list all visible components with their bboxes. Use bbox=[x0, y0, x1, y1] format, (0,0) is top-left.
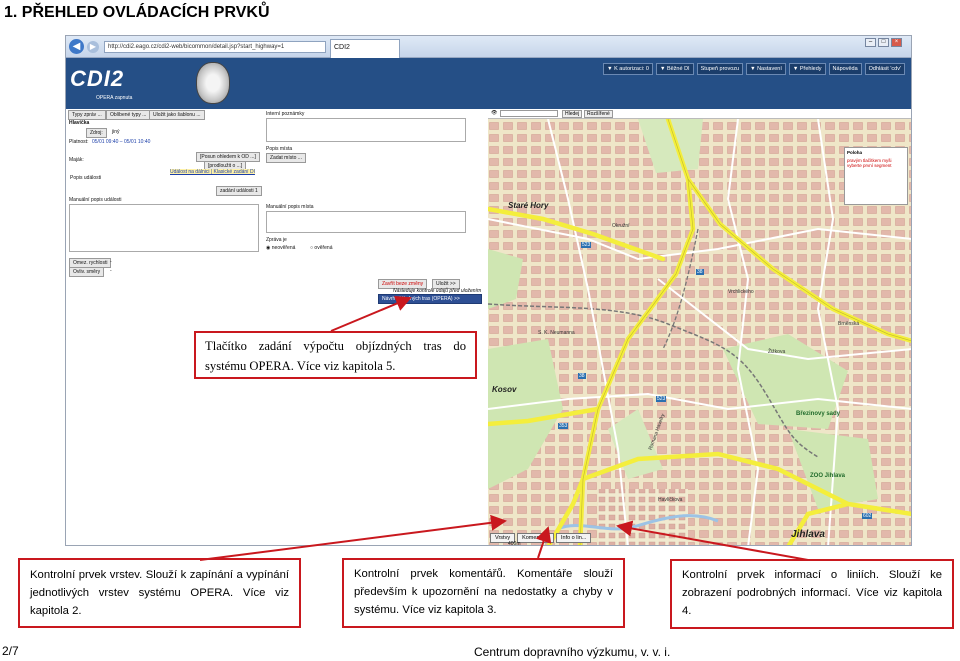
message-status-label: Zpráva je bbox=[266, 237, 287, 243]
street-label: S. K. Neumanna bbox=[538, 330, 575, 336]
line-info-callout: Kontrolní prvek informací o liniích. Slo… bbox=[670, 559, 954, 629]
menu-authorize[interactable]: ▼ K autorizaci: 0 bbox=[603, 63, 653, 75]
road-number-badge: 353 bbox=[558, 423, 569, 429]
map-toolbar: 👁 Hledej Rozšířené bbox=[488, 109, 911, 119]
binoculars-icon[interactable]: 👁 bbox=[491, 110, 497, 116]
event-description-label: Popis události bbox=[70, 175, 102, 181]
town-label: Jihlava bbox=[791, 529, 825, 540]
close-icon[interactable]: × bbox=[891, 38, 902, 47]
menu-overviews[interactable]: ▼ Přehledy bbox=[788, 63, 826, 75]
application-screenshot: ◀ ▶ http://cdi2.eago.cz/cdi2-web/bicommo… bbox=[65, 35, 912, 546]
event-entry-button[interactable]: zadání události 1 bbox=[216, 186, 262, 196]
affected-directions-button[interactable]: Ovliv. směry bbox=[69, 267, 105, 277]
opera-button-callout-text: Tlačítko zadání výpočtu objízdných tras … bbox=[205, 339, 466, 373]
internal-notes-label: Interní poznámky bbox=[266, 111, 305, 117]
minimize-icon[interactable]: – bbox=[865, 38, 876, 47]
app-header: CDI2 OPERA zapnuta ▼ K autorizaci: 0 ▼ B… bbox=[66, 58, 911, 109]
internal-notes-field[interactable] bbox=[266, 118, 466, 142]
source-button[interactable]: Zdroj: bbox=[86, 128, 107, 138]
app-menu: ▼ K autorizaci: 0 ▼ Běžné DI Stupeň prov… bbox=[603, 63, 905, 75]
map-control-tabs: Vrstvy Komentáře Info o lin... bbox=[490, 533, 592, 543]
source-value: jiný bbox=[112, 129, 120, 135]
street-label: Okružní bbox=[612, 223, 630, 229]
map-info-box: Poloha pravým tlačítkem myši vyberte prv… bbox=[844, 147, 908, 205]
validity-value: 05/01 09:40 – 05/01 10:40 bbox=[92, 139, 151, 145]
message-types-button[interactable]: Typy zpráv ... bbox=[68, 110, 106, 120]
town-label: Kosov bbox=[492, 385, 517, 394]
app-logo: CDI2 bbox=[70, 66, 125, 91]
poi-label: Březinovy sady bbox=[796, 411, 841, 417]
unverified-label: neověřená bbox=[271, 245, 296, 251]
speed-limit-value: - bbox=[110, 259, 112, 265]
enter-place-button[interactable]: Zadat místo ... bbox=[266, 153, 306, 163]
road-number-badge: 523 bbox=[581, 242, 592, 248]
menu-current-di[interactable]: ▼ Běžné DI bbox=[655, 63, 694, 75]
line-info-callout-text: Kontrolní prvek informací o liniích. Slo… bbox=[682, 569, 942, 617]
page-number: 2/7 bbox=[2, 644, 19, 658]
event-form: Typy zpráv ... Oblíbené typy ... Uložit … bbox=[66, 109, 488, 307]
opera-status: OPERA zapnuta bbox=[96, 95, 133, 101]
beacon-label: Maják: bbox=[69, 157, 84, 163]
browser-toolbar: ◀ ▶ http://cdi2.eago.cz/cdi2-web/bicommo… bbox=[66, 36, 911, 58]
line-info-tab[interactable]: Info o lin... bbox=[555, 533, 592, 543]
info-box-title: Poloha bbox=[847, 150, 863, 155]
layers-callout: Kontrolní prvek vrstev. Slouží k zapínán… bbox=[18, 558, 301, 628]
address-bar[interactable]: http://cdi2.eago.cz/cdi2-web/bicommon/de… bbox=[104, 41, 326, 53]
manual-event-description-label: Manuální popis události bbox=[69, 197, 122, 203]
town-label: Staré Hory bbox=[508, 201, 549, 210]
menu-traffic-level[interactable]: Stupeň provozu bbox=[696, 63, 744, 75]
street-label: Havlíčkova bbox=[658, 497, 683, 503]
browser-tab-title: CDI2 bbox=[334, 44, 350, 51]
maximize-icon[interactable]: □ bbox=[878, 38, 889, 47]
opera-detour-button[interactable]: Návrh objízdných tras (OPERA) >> bbox=[378, 294, 482, 304]
map-search-button[interactable]: Hledej bbox=[562, 110, 583, 118]
map-scale: 400m bbox=[508, 541, 521, 546]
forward-arrow-icon[interactable]: ▶ bbox=[87, 41, 99, 53]
back-arrow-icon[interactable]: ◀ bbox=[69, 39, 84, 54]
map-advanced-button[interactable]: Rozšířené bbox=[584, 110, 613, 118]
map-search-input[interactable] bbox=[500, 110, 558, 117]
header-section-label: Hlavička bbox=[69, 120, 90, 126]
affected-directions-value: - bbox=[110, 268, 112, 274]
footer-organization: Centrum dopravního výzkumu, v. v. i. bbox=[474, 645, 671, 659]
page-heading: 1. PŘEHLED OVLÁDACÍCH PRVKŮ bbox=[4, 4, 270, 21]
street-label: Brněnská bbox=[838, 321, 860, 327]
road-number-badge: 38 bbox=[696, 269, 704, 275]
validity-label: Platnost: bbox=[69, 139, 89, 145]
save-template-button[interactable]: Uložit jako šablonu ... bbox=[149, 110, 205, 120]
browser-tab[interactable]: CDI2 bbox=[330, 39, 400, 58]
poi-label: ZOO Jihlava bbox=[810, 473, 846, 479]
opera-button-callout: Tlačítko zadání výpočtu objízdných tras … bbox=[194, 331, 477, 379]
manual-place-description-label: Manuální popis místa bbox=[266, 204, 314, 210]
favorite-types-button[interactable]: Oblíbené typy ... bbox=[106, 110, 151, 120]
event-type-link[interactable]: Událost na dálnici | Klasické zadání DI bbox=[170, 169, 255, 175]
place-description-label: Popis místa bbox=[266, 146, 293, 152]
comments-tab[interactable]: Komentáře bbox=[517, 533, 554, 543]
manual-place-description-field[interactable] bbox=[266, 211, 466, 233]
police-emblem-icon bbox=[196, 62, 230, 104]
verified-radio[interactable]: ○ ověřená bbox=[310, 245, 333, 251]
street-label: Žižkova bbox=[768, 349, 786, 355]
comments-callout: Kontrolní prvek komentářů. Komentáře slo… bbox=[342, 558, 625, 628]
road-number-badge: 38 bbox=[578, 373, 586, 379]
menu-logout[interactable]: Odhlásit 'cdv' bbox=[864, 63, 905, 75]
info-box-hint: pravým tlačítkem myši vyberte první segm… bbox=[847, 158, 892, 168]
verified-label: ověřená bbox=[314, 245, 333, 251]
comments-callout-text: Kontrolní prvek komentářů. Komentáře slo… bbox=[354, 568, 613, 616]
road-number-badge: 523 bbox=[656, 396, 667, 402]
menu-settings[interactable]: ▼ Nastavení bbox=[746, 63, 786, 75]
layers-callout-text: Kontrolní prvek vrstev. Slouží k zapínán… bbox=[30, 569, 289, 617]
road-number-badge: 602 bbox=[862, 513, 873, 519]
map-view[interactable]: 👁 Hledej Rozšířené Poloha pravým tlačítk… bbox=[488, 109, 911, 546]
street-label: Vrchlického bbox=[728, 289, 754, 295]
manual-event-description-field[interactable] bbox=[69, 204, 259, 252]
menu-help[interactable]: Nápověda bbox=[828, 63, 862, 75]
unverified-radio[interactable]: ◉ neověřená bbox=[266, 245, 295, 251]
